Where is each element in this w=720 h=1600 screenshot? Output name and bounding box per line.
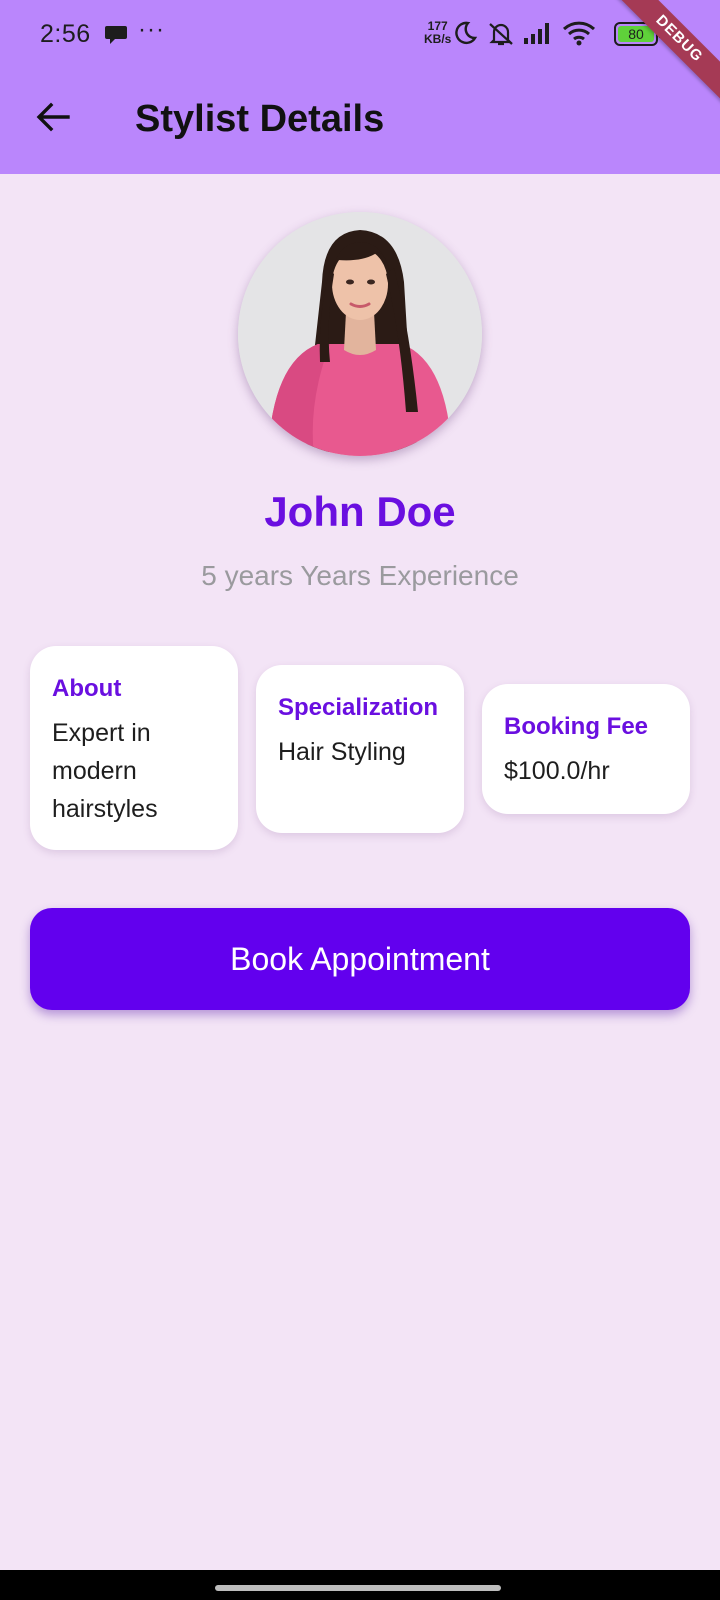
home-gesture-handle[interactable]: [215, 1585, 501, 1591]
system-nav-bar: [0, 1570, 720, 1600]
stylist-details-screen: 2:56 ··· 177 KB/s 80 Stylist Details DEB…: [0, 0, 720, 1600]
booking-fee-card: Booking Fee $100.0/hr: [482, 684, 690, 814]
arrow-left-icon: [36, 102, 70, 137]
app-bar: Stylist Details: [0, 70, 720, 174]
booking-fee-heading: Booking Fee: [504, 713, 649, 740]
speed-unit: KB/s: [424, 32, 452, 46]
speed-value: 177: [427, 19, 448, 33]
status-time: 2:56: [40, 20, 91, 48]
specialization-value: Hair Styling: [278, 738, 406, 766]
specialization-card: Specialization Hair Styling: [256, 665, 464, 833]
booking-fee-value: $100.0/hr: [504, 757, 610, 785]
page-title: Stylist Details: [135, 98, 385, 140]
specialization-heading: Specialization: [278, 694, 439, 721]
moon-icon: [452, 20, 478, 51]
network-speed: 177 KB/s: [424, 20, 451, 46]
about-card: About Expert in modern hairstyles: [30, 646, 238, 850]
stylist-avatar: [238, 212, 482, 456]
stylist-experience: 5 years Years Experience: [201, 560, 519, 591]
back-button[interactable]: [28, 94, 78, 144]
top-bar: 2:56 ··· 177 KB/s 80 Stylist Details: [0, 0, 720, 174]
battery-level: 80: [618, 26, 654, 42]
stylist-name: John Doe: [264, 488, 456, 535]
more-notifications: ···: [138, 16, 165, 43]
about-heading: About: [52, 675, 122, 702]
about-value: Expert in modern hairstyles: [52, 719, 158, 823]
status-bar: 2:56 ··· 177 KB/s 80: [0, 0, 720, 70]
book-appointment-button[interactable]: Book Appointment: [30, 908, 690, 1010]
signal-icon: [522, 20, 554, 51]
message-icon: [104, 24, 128, 46]
bell-off-icon: [486, 20, 516, 53]
wifi-icon: [562, 20, 596, 51]
